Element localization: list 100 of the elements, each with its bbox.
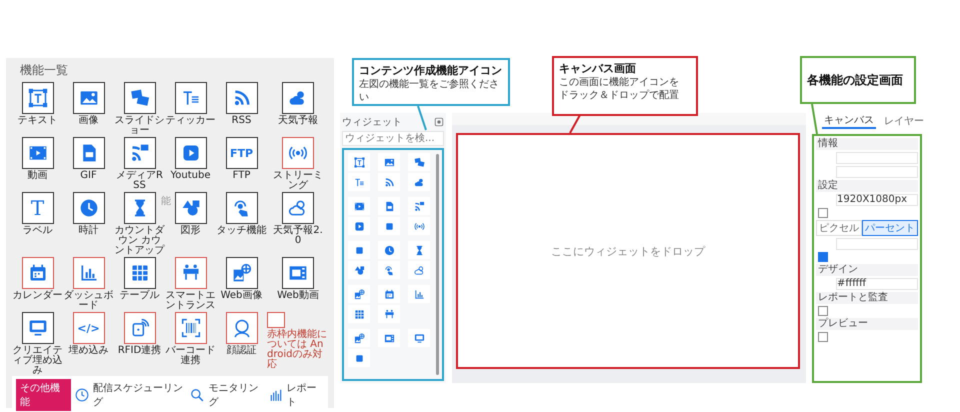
bar-chart-icon xyxy=(414,288,424,300)
video-icon xyxy=(354,200,364,212)
widget-item[interactable] xyxy=(408,217,430,235)
widget-item[interactable] xyxy=(348,329,370,347)
widget-item[interactable] xyxy=(348,285,370,303)
tile-label: Youtube xyxy=(170,171,212,181)
section-header[interactable]: 設定 xyxy=(816,180,918,192)
media-rss-icon xyxy=(130,143,150,163)
widget-item[interactable] xyxy=(408,329,430,347)
section-header[interactable]: 情報 xyxy=(816,138,918,150)
search-icon xyxy=(190,388,204,402)
ticker-icon xyxy=(354,176,364,188)
shapes-icon xyxy=(354,264,364,276)
weather-icon xyxy=(414,176,424,188)
tile-label: ダッシュボード xyxy=(63,291,114,311)
clock-icon xyxy=(74,388,89,402)
input-field[interactable] xyxy=(836,152,918,164)
input-field[interactable] xyxy=(836,166,918,178)
widget-item[interactable] xyxy=(408,285,430,303)
gate-icon xyxy=(384,308,394,320)
tile-label: テキスト xyxy=(16,116,58,126)
callout-title: コンテンツ作成機能アイコン xyxy=(359,63,503,78)
section-header[interactable]: デザイン xyxy=(816,264,918,276)
widget-item[interactable] xyxy=(378,173,400,191)
tile-label: 顔認証 xyxy=(226,346,258,356)
tab[interactable]: レイヤー xyxy=(882,114,926,128)
checkbox[interactable] xyxy=(818,332,828,342)
widget-item[interactable] xyxy=(408,173,430,191)
widget-item[interactable] xyxy=(348,349,370,367)
widget-item[interactable] xyxy=(408,197,430,215)
widget-item[interactable] xyxy=(408,241,430,259)
clock-icon xyxy=(78,198,98,218)
widget-item[interactable] xyxy=(378,305,400,323)
cloud-sun-icon xyxy=(414,264,424,276)
widget-item[interactable] xyxy=(408,153,430,171)
tile-label: 画像 xyxy=(78,116,100,126)
input-field[interactable] xyxy=(836,238,918,250)
input-field[interactable]: 1920X1080px xyxy=(836,194,918,206)
widget-item[interactable] xyxy=(378,285,400,303)
feature-name: レポート xyxy=(286,382,318,409)
table-icon xyxy=(354,308,364,320)
broadcast-icon xyxy=(414,220,424,232)
rss-icon xyxy=(384,176,394,188)
widget-item[interactable] xyxy=(348,197,370,215)
tile-label: スライドショー xyxy=(114,116,165,136)
panel-title: 機能一覧 xyxy=(20,62,69,79)
tile-label: カウントダウン カウントアップ xyxy=(114,226,165,256)
widget-item[interactable] xyxy=(408,261,430,279)
widget-item[interactable] xyxy=(348,217,370,235)
widget-item[interactable] xyxy=(378,217,400,235)
canvas[interactable]: ここにウィジェットをドロップ xyxy=(456,133,800,369)
checkbox[interactable] xyxy=(818,208,828,218)
feature-glyph: </> xyxy=(77,322,100,334)
tile-label: 動画 xyxy=(26,171,48,181)
panel-title: ウィジェット xyxy=(342,116,402,129)
slides-icon xyxy=(414,156,424,168)
feature-name: 配信スケジューリング xyxy=(92,382,184,409)
text-frame-icon xyxy=(354,156,364,168)
section-header[interactable]: プレビュー xyxy=(816,318,918,330)
legend-text: 赤枠内機能については Androidのみ対応 xyxy=(267,330,328,370)
search-field[interactable]: ウィジェットを検... xyxy=(342,131,444,146)
shapes-icon xyxy=(180,198,200,218)
tile-label: カレンダー xyxy=(12,291,63,301)
input-field[interactable]: #ffffff xyxy=(836,278,918,290)
widget-item[interactable] xyxy=(378,261,400,279)
widget-item[interactable] xyxy=(348,173,370,191)
checkbox[interactable] xyxy=(818,306,828,316)
widget-item[interactable] xyxy=(348,153,370,171)
callout-text: 左図の機能一覧をご参照ください xyxy=(359,78,500,104)
drop-hint: ここにウィジェットをドロップ xyxy=(551,244,705,258)
legend-swatch xyxy=(267,312,285,328)
widget-item[interactable] xyxy=(378,329,400,347)
table-icon xyxy=(130,263,150,283)
tile-label: RSS xyxy=(230,116,252,126)
tile-label: テーブル xyxy=(118,291,160,301)
checkbox[interactable] xyxy=(818,252,828,262)
barcode-icon xyxy=(180,318,200,338)
section-header[interactable]: レポートと監査 xyxy=(816,292,918,304)
widget-item[interactable] xyxy=(348,241,370,259)
text-frame-icon xyxy=(28,88,48,108)
tile-label: Web画像 xyxy=(220,291,264,301)
widget-item[interactable] xyxy=(378,241,400,259)
tile-label: 図形 xyxy=(180,226,202,236)
feature-name: モニタリング xyxy=(208,382,260,409)
unit-option[interactable]: パーセント xyxy=(862,220,918,236)
tile-label: ラベル xyxy=(22,226,54,236)
unit-option[interactable]: ピクセル xyxy=(816,220,862,236)
callout-title: 各機能の設定画面 xyxy=(807,72,904,88)
image-icon xyxy=(384,156,394,168)
settings-icon[interactable] xyxy=(434,117,444,127)
tile-label: 埋め込み xyxy=(68,346,110,356)
widget-item[interactable] xyxy=(348,305,370,323)
widget-item[interactable] xyxy=(378,153,400,171)
widget-item[interactable] xyxy=(348,261,370,279)
other-features-badge: その他機能 xyxy=(16,379,71,411)
widget-item[interactable] xyxy=(378,197,400,215)
media-rss-icon xyxy=(414,200,424,212)
tab[interactable]: キャンバス xyxy=(822,113,876,129)
image-globe-icon xyxy=(354,332,364,344)
touch-icon xyxy=(384,264,394,276)
